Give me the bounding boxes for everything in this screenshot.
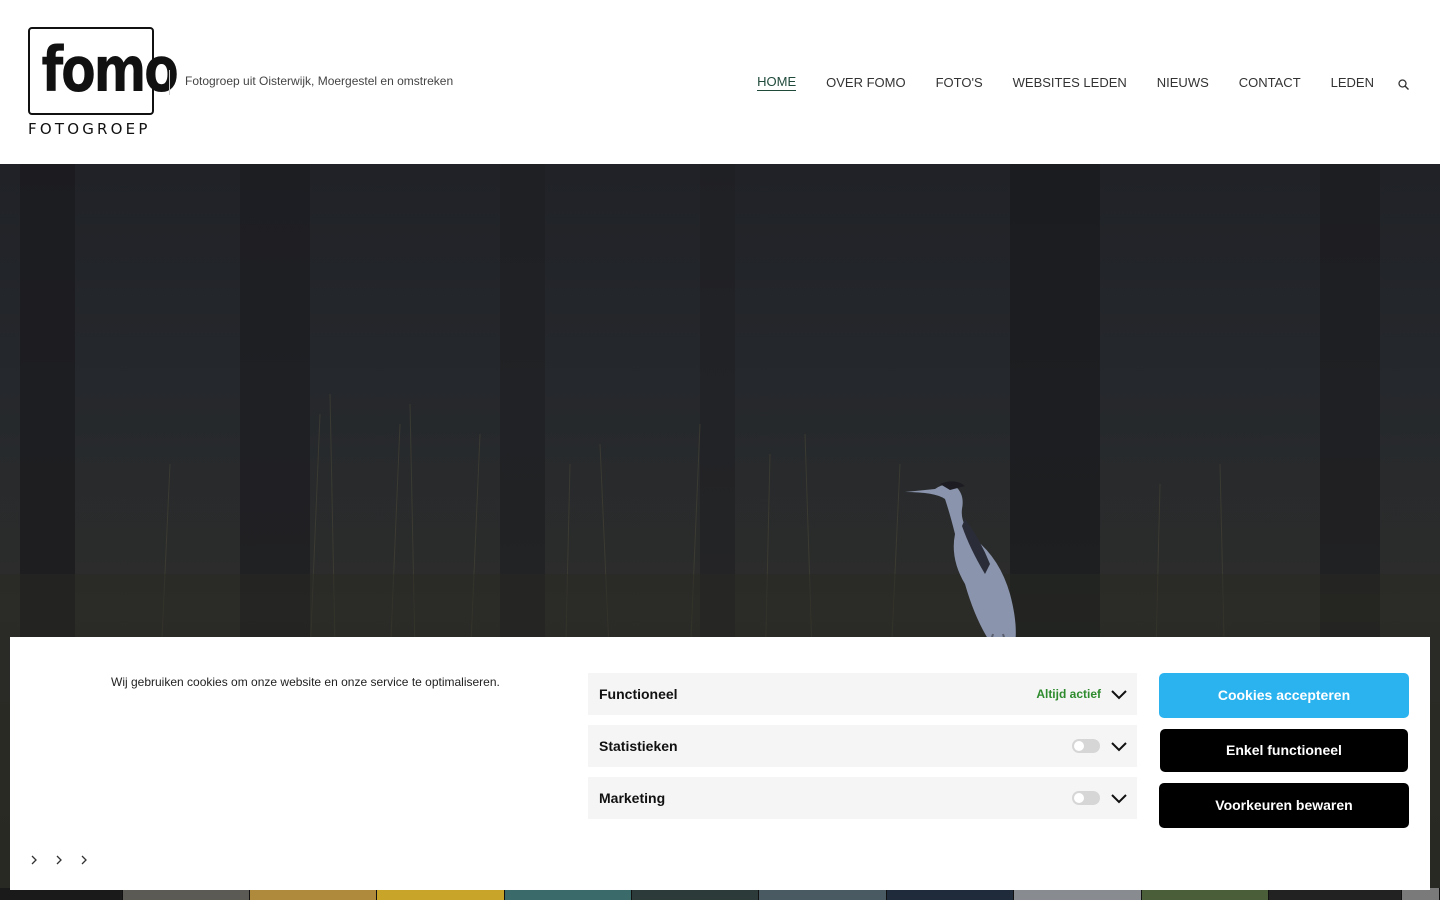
- nav-item-contact[interactable]: CONTACT: [1239, 75, 1301, 91]
- nav-item-fotos[interactable]: FOTO'S: [936, 75, 983, 91]
- pref-label: Functioneel: [599, 686, 678, 702]
- chevron-down-icon[interactable]: [1110, 739, 1128, 753]
- pref-row-functioneel[interactable]: Functioneel Altijd actief: [588, 673, 1137, 715]
- nav-item-over-fomo[interactable]: OVER FOMO: [826, 75, 905, 91]
- pref-label: Marketing: [599, 790, 666, 806]
- nav-item-home[interactable]: HOME: [757, 74, 797, 91]
- cookie-banner: Wij gebruiken cookies om onze website en…: [10, 637, 1430, 890]
- nav-item-leden[interactable]: LEDEN: [1331, 75, 1374, 91]
- main-nav: HOME OVER FOMO FOTO'S WEBSITES LEDEN NIE…: [727, 74, 1410, 91]
- cookie-message: Wij gebruiken cookies om onze website en…: [111, 675, 500, 689]
- pref-row-marketing[interactable]: Marketing: [588, 777, 1137, 819]
- save-preferences-button[interactable]: Voorkeuren bewaren: [1159, 783, 1409, 828]
- chevron-right-icon[interactable]: [28, 852, 53, 868]
- search-icon[interactable]: [1398, 77, 1410, 90]
- site-tagline: Fotogroep uit Oisterwijk, Moergestel en …: [185, 74, 454, 88]
- logo-subtitle: FOTOGROEP: [28, 120, 151, 138]
- nav-item-nieuws[interactable]: NIEUWS: [1157, 75, 1209, 91]
- always-active-status: Altijd actief: [1036, 687, 1101, 701]
- logo-frame: fomo: [28, 27, 179, 115]
- marketing-toggle[interactable]: [1072, 791, 1100, 805]
- logo-wordmark: fomo: [41, 33, 179, 106]
- header-divider: [169, 70, 170, 95]
- statistieken-toggle[interactable]: [1072, 739, 1100, 753]
- chevron-down-icon[interactable]: [1110, 791, 1128, 805]
- site-header: fomo FOTOGROEP Fotogroep uit Oisterwijk,…: [0, 0, 1440, 164]
- chevron-down-icon[interactable]: [1110, 687, 1128, 701]
- site-logo[interactable]: fomo FOTOGROEP: [28, 27, 179, 139]
- chevron-right-icon[interactable]: [53, 852, 78, 868]
- functional-only-button[interactable]: Enkel functioneel: [1160, 729, 1408, 772]
- chevron-right-icon[interactable]: [78, 852, 103, 868]
- pref-row-statistieken[interactable]: Statistieken: [588, 725, 1137, 767]
- cookie-policy-links: [28, 852, 103, 868]
- nav-item-websites-leden[interactable]: WEBSITES LEDEN: [1013, 75, 1127, 91]
- accept-cookies-button[interactable]: Cookies accepteren: [1159, 673, 1409, 718]
- pref-label: Statistieken: [599, 738, 678, 754]
